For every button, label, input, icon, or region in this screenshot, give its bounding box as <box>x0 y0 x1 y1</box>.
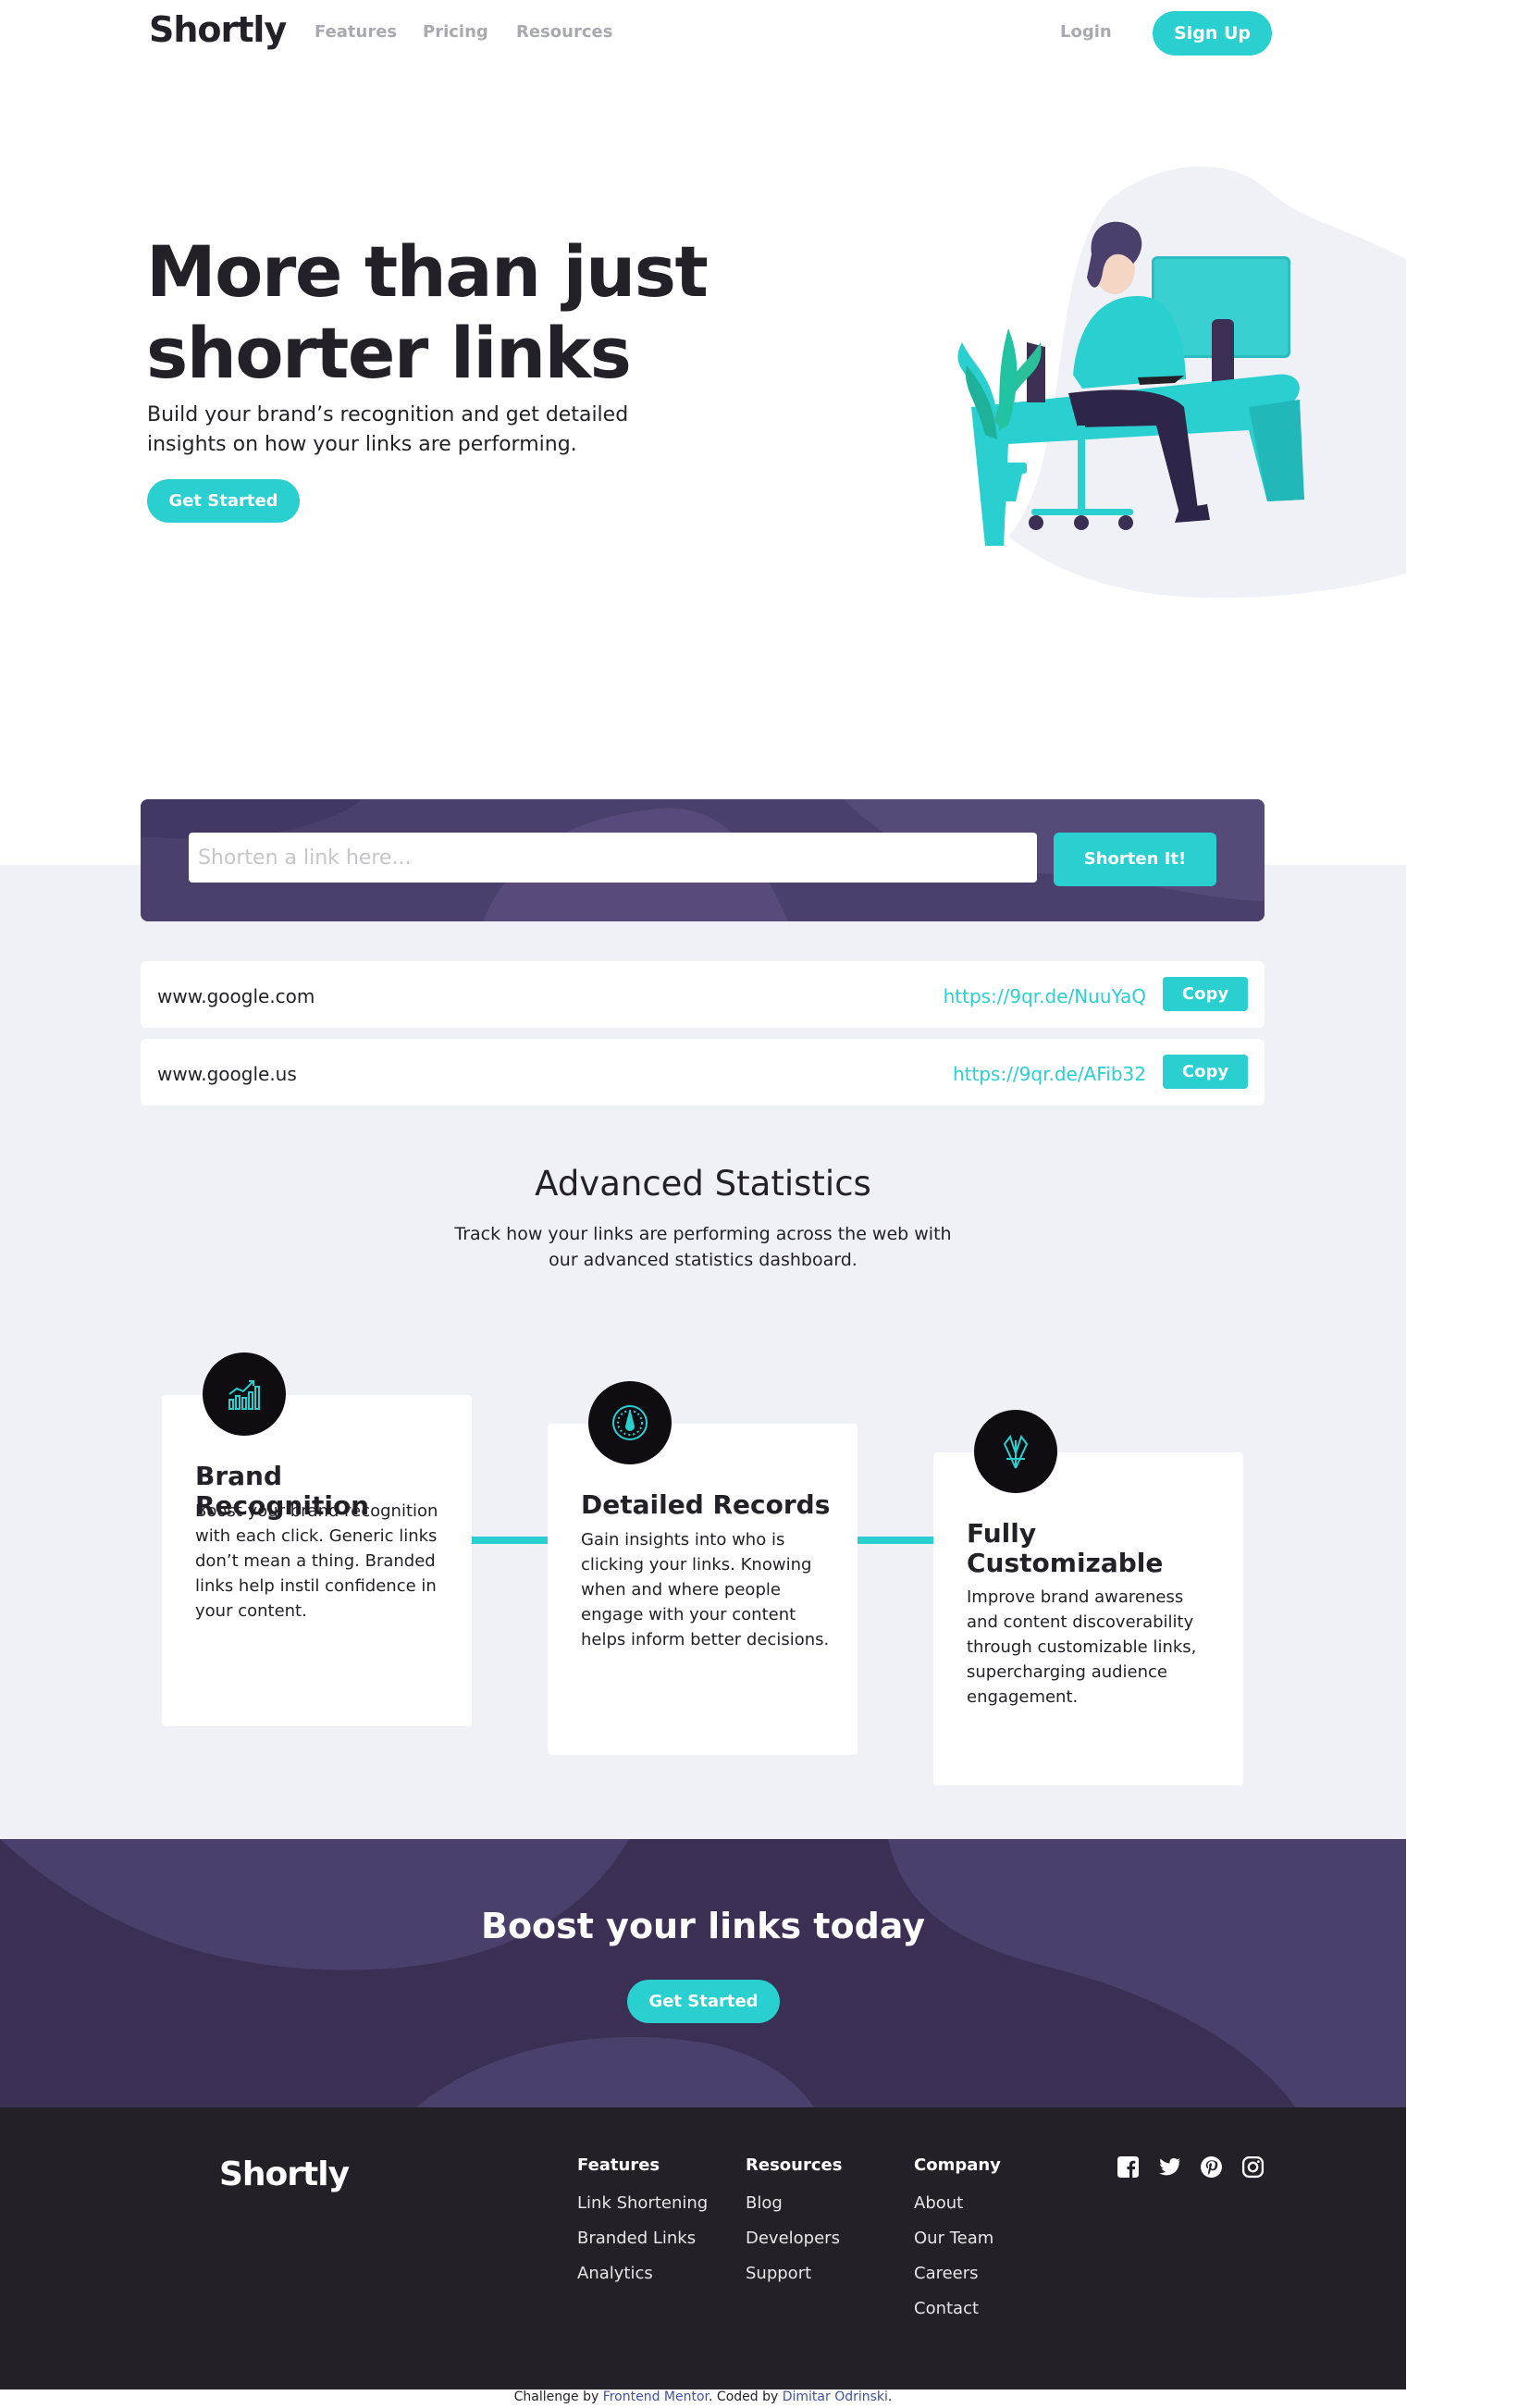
boost-bg-pattern <box>0 1839 1406 2107</box>
signup-button[interactable]: Sign Up <box>1153 11 1272 56</box>
stats-title: Advanced Statistics <box>535 1164 871 1204</box>
footer-link[interactable]: Analytics <box>577 2264 708 2288</box>
login-link[interactable]: Login <box>1060 22 1112 42</box>
footer-column-resources: Resources Blog Developers Support <box>746 2155 842 2299</box>
card-text: Boost your brand recognition with each c… <box>195 1501 438 1621</box>
footer-link[interactable]: Contact <box>914 2299 1001 2323</box>
feature-card-detailed-records: Detailed Records Gain insights into who … <box>548 1381 858 1755</box>
top-nav: Shortly Features Pricing Resources Login… <box>0 0 1406 67</box>
short-url[interactable]: https://9qr.de/AFib32 <box>953 1063 1146 1085</box>
hero-get-started-button[interactable]: Get Started <box>147 479 300 523</box>
footer-link[interactable]: Link Shortening <box>577 2193 708 2217</box>
footer-heading: Features <box>577 2155 660 2175</box>
result-row: www.google.com https://9qr.de/NuuYaQ Cop… <box>141 961 1265 1028</box>
author-link[interactable]: Dimitar Odrinski <box>783 2389 888 2404</box>
shorten-form: Shorten It! <box>141 799 1265 921</box>
card-title: Fully Customizable <box>967 1518 1164 1578</box>
hero-subtitle: Build your brand’s recognition and get d… <box>147 403 629 456</box>
twitter-icon[interactable] <box>1158 2155 1181 2179</box>
feature-card-fully-customizable: Fully Customizable Improve brand awarene… <box>933 1410 1243 1785</box>
detailed-records-icon <box>588 1381 672 1464</box>
shorten-button[interactable]: Shorten It! <box>1054 833 1216 886</box>
footer-link[interactable]: Careers <box>914 2264 1001 2288</box>
boost-get-started-button[interactable]: Get Started <box>627 1980 780 2023</box>
nav-link-resources[interactable]: Resources <box>516 22 612 42</box>
stats-subtitle: Track how your links are performing acro… <box>454 1224 952 1270</box>
copy-button[interactable]: Copy <box>1163 977 1248 1011</box>
original-url: www.google.us <box>157 1063 297 1085</box>
credit-suffix: . <box>887 2389 893 2404</box>
social-links <box>1117 2155 1265 2179</box>
footer-heading: Company <box>914 2155 1001 2175</box>
short-url[interactable]: https://9qr.de/NuuYaQ <box>944 985 1146 1007</box>
credit-prefix: Challenge by <box>513 2389 599 2404</box>
facebook-icon[interactable] <box>1117 2155 1140 2179</box>
footer-link[interactable]: Blog <box>746 2193 842 2217</box>
page: Shortly Features Pricing Resources Login… <box>0 0 1406 2408</box>
working-illustration <box>957 166 1406 599</box>
credit-middle: . Coded by <box>709 2389 779 2404</box>
footer-link[interactable]: About <box>914 2193 1001 2217</box>
card-text: Gain insights into who is clicking your … <box>581 1530 830 1649</box>
card-connector <box>858 1537 933 1544</box>
footer-link[interactable]: Support <box>746 2264 842 2288</box>
footer-column-features: Features Link Shortening Branded Links A… <box>577 2155 708 2299</box>
footer: Shortly Features Link Shortening Branded… <box>0 2107 1406 2389</box>
logo[interactable]: Shortly <box>149 9 287 50</box>
original-url: www.google.com <box>157 985 315 1007</box>
instagram-icon[interactable] <box>1241 2155 1265 2179</box>
footer-link[interactable]: Branded Links <box>577 2229 708 2253</box>
feature-card-brand-recognition: Brand Recognition Boost your brand recog… <box>162 1352 472 1726</box>
brand-recognition-icon <box>203 1352 286 1436</box>
hero-title: More than just shorter links <box>146 230 709 394</box>
pinterest-icon[interactable] <box>1200 2155 1223 2179</box>
footer-heading: Resources <box>746 2155 843 2175</box>
nav-link-pricing[interactable]: Pricing <box>423 22 488 42</box>
card-title: Detailed Records <box>581 1489 831 1520</box>
fully-customizable-icon <box>974 1410 1057 1493</box>
card-text: Improve brand awareness and content disc… <box>967 1587 1197 1707</box>
footer-column-company: Company About Our Team Careers Contact <box>914 2155 1001 2334</box>
footer-link[interactable]: Our Team <box>914 2229 1001 2253</box>
card-connector <box>472 1537 548 1544</box>
frontend-mentor-link[interactable]: Frontend Mentor <box>603 2389 709 2404</box>
copy-button[interactable]: Copy <box>1163 1055 1248 1089</box>
footer-link[interactable]: Developers <box>746 2229 842 2253</box>
boost-title: Boost your links today <box>480 1906 926 1946</box>
shorten-url-input[interactable] <box>189 833 1037 883</box>
attribution: Challenge by Frontend Mentor. Coded by D… <box>0 2389 1406 2404</box>
boost-section <box>0 1839 1406 2107</box>
footer-logo[interactable]: Shortly <box>219 2155 350 2193</box>
result-row: www.google.us https://9qr.de/AFib32 Copy <box>141 1039 1265 1105</box>
nav-link-features[interactable]: Features <box>315 22 397 42</box>
